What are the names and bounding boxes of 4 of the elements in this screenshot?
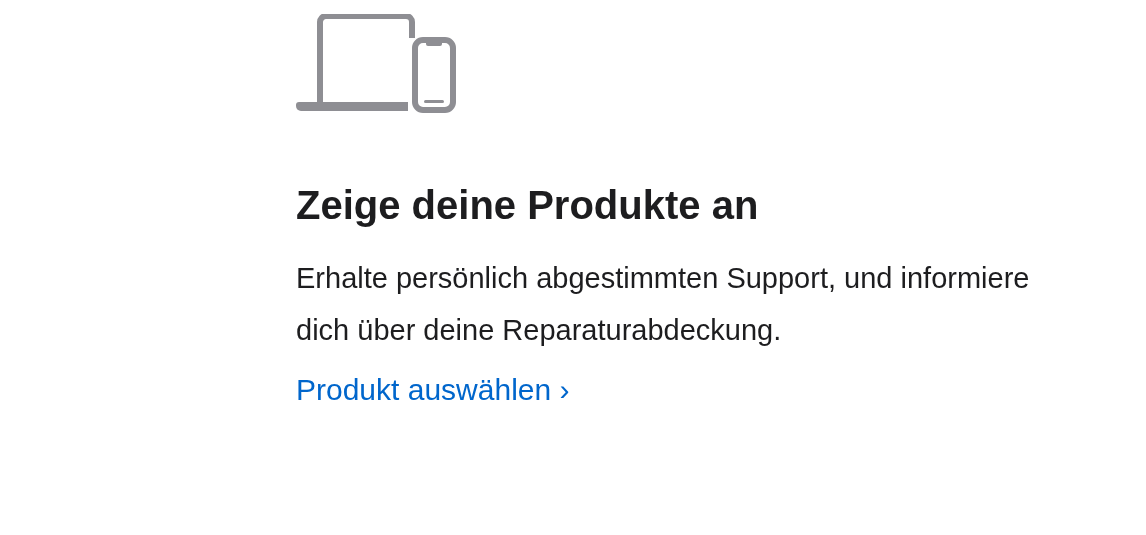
description: Erhalte persönlich abgestimmten Support, und informiere dich über deine Reparaturabdeckung. bbox=[296, 261, 1031, 348]
select-product-link[interactable]: Produkt auswählen › bbox=[296, 370, 570, 410]
laptop-phone-icon bbox=[296, 14, 458, 114]
heading: Zeige deine Produkte an bbox=[296, 182, 759, 229]
